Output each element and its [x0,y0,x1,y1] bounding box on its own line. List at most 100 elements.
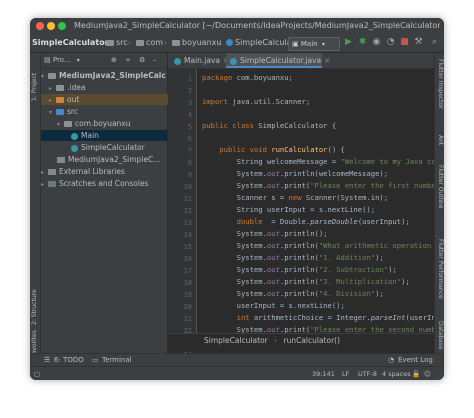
line-number: 9 [187,171,192,179]
line-number: 20 [183,303,192,311]
module-file-icon [57,157,65,163]
folder-icon [48,73,56,79]
line-number: 19 [183,291,192,299]
chevron-right-icon: ▸ [41,169,45,176]
status-window-icon[interactable]: ▢ [34,367,40,380]
bottom-tool-tabs: ☰ 6: TODO ▭ Terminal ◔ Event Log [30,353,444,367]
code-breadcrumb: SimpleCalculator › runCalculator() [168,333,434,348]
editor-tabs: Main.java× SimpleCalculator.java× [168,53,434,69]
chevron-right-icon: ▸ [49,97,53,104]
line-number: 14 [183,231,192,239]
caret-position[interactable]: 39:141 [312,367,335,380]
line-number: 12 [183,207,192,215]
file-encoding[interactable]: UTF-8 [358,367,377,380]
chevron-right-icon: › [274,336,278,345]
code-line: System.out.print("Please enter the secon… [202,325,434,333]
code-line: System.out.println(); [202,229,328,238]
line-number: 4 [187,111,192,119]
chevron-right-icon: ▸ [49,85,53,92]
line-number: 18 [183,279,192,287]
folder-icon [106,39,114,46]
run-icon[interactable]: ▶ [344,38,353,47]
class-icon [71,132,78,140]
status-bar: ▢ 39:141 LF UTF-8 4 spaces 🔓 ☺ [30,366,444,380]
window-title: MediumJava2_SimpleCalculator [~/Document… [74,21,440,30]
tree-item-src[interactable]: ▾ src [41,106,175,117]
code-line: double = Double.parseDouble(userInput); [236,217,410,226]
chevron-down-icon: ▾ [41,73,45,80]
zoom-window-button[interactable] [58,22,66,30]
line-number: 21 [183,315,192,323]
chevron-right-icon: ▸ [41,181,45,188]
profile-icon[interactable]: ◔ [386,38,395,47]
tree-item-main[interactable]: Main [41,130,167,141]
run-configuration-select[interactable]: ▣ Main ▾ [288,37,340,51]
code-line: Scanner s = new Scanner(System.in); [202,193,389,202]
chevron-right-icon: › [98,38,102,47]
tree-item-scratches[interactable]: ▸ Scratches and Consoles [41,178,167,189]
tab-simplecalculator-java[interactable]: SimpleCalculator.java × [226,53,330,68]
chevron-down-icon: ▾ [57,121,61,128]
build-icon[interactable]: ⚒ [414,38,423,47]
collapse-icon[interactable]: ÷ [125,53,131,68]
close-window-button[interactable] [36,22,44,30]
line-number: 15 [183,243,192,251]
class-icon [174,57,181,65]
tree-item-external-libraries[interactable]: ▸ External Libraries [41,166,167,177]
title-bar: MediumJava2_SimpleCalculator [~/Document… [30,18,444,34]
code-text-area[interactable]: package com.boyuanxu; import java.util.Sc… [202,69,434,333]
line-number: 13 [183,219,192,227]
folder-icon [136,39,144,46]
close-icon[interactable]: × [324,56,330,65]
code-line: System.out.println(welcomeMessage); [202,169,389,178]
code-line: userInput = s.nextLine(); [202,301,345,310]
tree-item-out[interactable]: ▸ out [41,94,175,105]
line-number: 6 [187,135,192,143]
code-line: System.out.println("3. Multiplication"); [202,277,410,286]
code-line: String welcomeMessage = "Welcome to my J… [202,157,434,166]
search-icon[interactable]: ⌕ [430,38,439,47]
ide-window: MediumJava2_SimpleCalculator [~/Document… [30,18,444,380]
indent-setting[interactable]: 4 spaces [382,367,411,380]
code-line: System.out.println("What arithmetic oper… [202,241,432,250]
coverage-icon[interactable]: ◉ [372,38,381,47]
editor-area: Main.java× SimpleCalculator.java× 12 3 4 5 6… [168,53,434,380]
stop-icon[interactable]: ■ [400,38,409,47]
chevron-right-icon: › [164,38,168,47]
line-number: 7 [187,147,192,155]
tree-item-idea[interactable]: ▸ .idea [41,82,175,93]
locate-icon[interactable]: ⊕ [111,53,117,68]
tree-item-project-root[interactable]: ▾ MediumJava2_SimpleCalc [41,70,167,81]
nav-crumb-package[interactable]: boyuanxu [172,34,222,52]
tree-item-simplecalculator[interactable]: SimpleCalculator [41,142,167,153]
minimize-window-button[interactable] [47,22,55,30]
line-number: 5 [187,123,192,131]
nav-crumb-com[interactable]: com [136,34,163,52]
folder-icon [172,39,180,46]
chevron-down-icon[interactable]: ▾ [77,57,80,64]
line-number: 16 [183,255,192,263]
code-line: String userInput = s.nextLine(); [202,205,376,214]
line-number: 1 [187,75,192,83]
debug-icon[interactable]: ✱ [358,38,367,47]
scratches-icon [48,181,56,187]
project-view-icon: ▤ [44,56,51,64]
code-line: int arithmeticChoice = Integer.parseInt(… [236,313,434,322]
line-separator[interactable]: LF [342,367,349,380]
code-line: public class SimpleCalculator { [202,121,337,130]
breadcrumb-method[interactable]: runCalculator() [283,336,340,345]
hector-icon[interactable]: ☺ [424,367,431,380]
code-line: System.out.print("Please enter the first… [202,181,434,190]
tree-item-module-file[interactable]: MediumJava2_SimpleC... [41,154,167,165]
code-line: public void runCalculator() { [219,145,345,154]
lock-icon[interactable]: 🔓 [412,367,420,380]
chevron-right-icon: › [128,38,132,47]
breadcrumb-class[interactable]: SimpleCalculator [204,336,268,345]
gear-icon[interactable]: ⚙ [139,53,145,68]
hide-icon[interactable]: – [153,53,157,68]
line-number: 3 [187,99,192,107]
tree-item-package[interactable]: ▾ com.boyuanxu [41,118,183,129]
nav-crumb-src[interactable]: src [106,34,128,52]
folder-icon [56,109,64,115]
tab-main-java[interactable]: Main.java× [170,53,229,68]
